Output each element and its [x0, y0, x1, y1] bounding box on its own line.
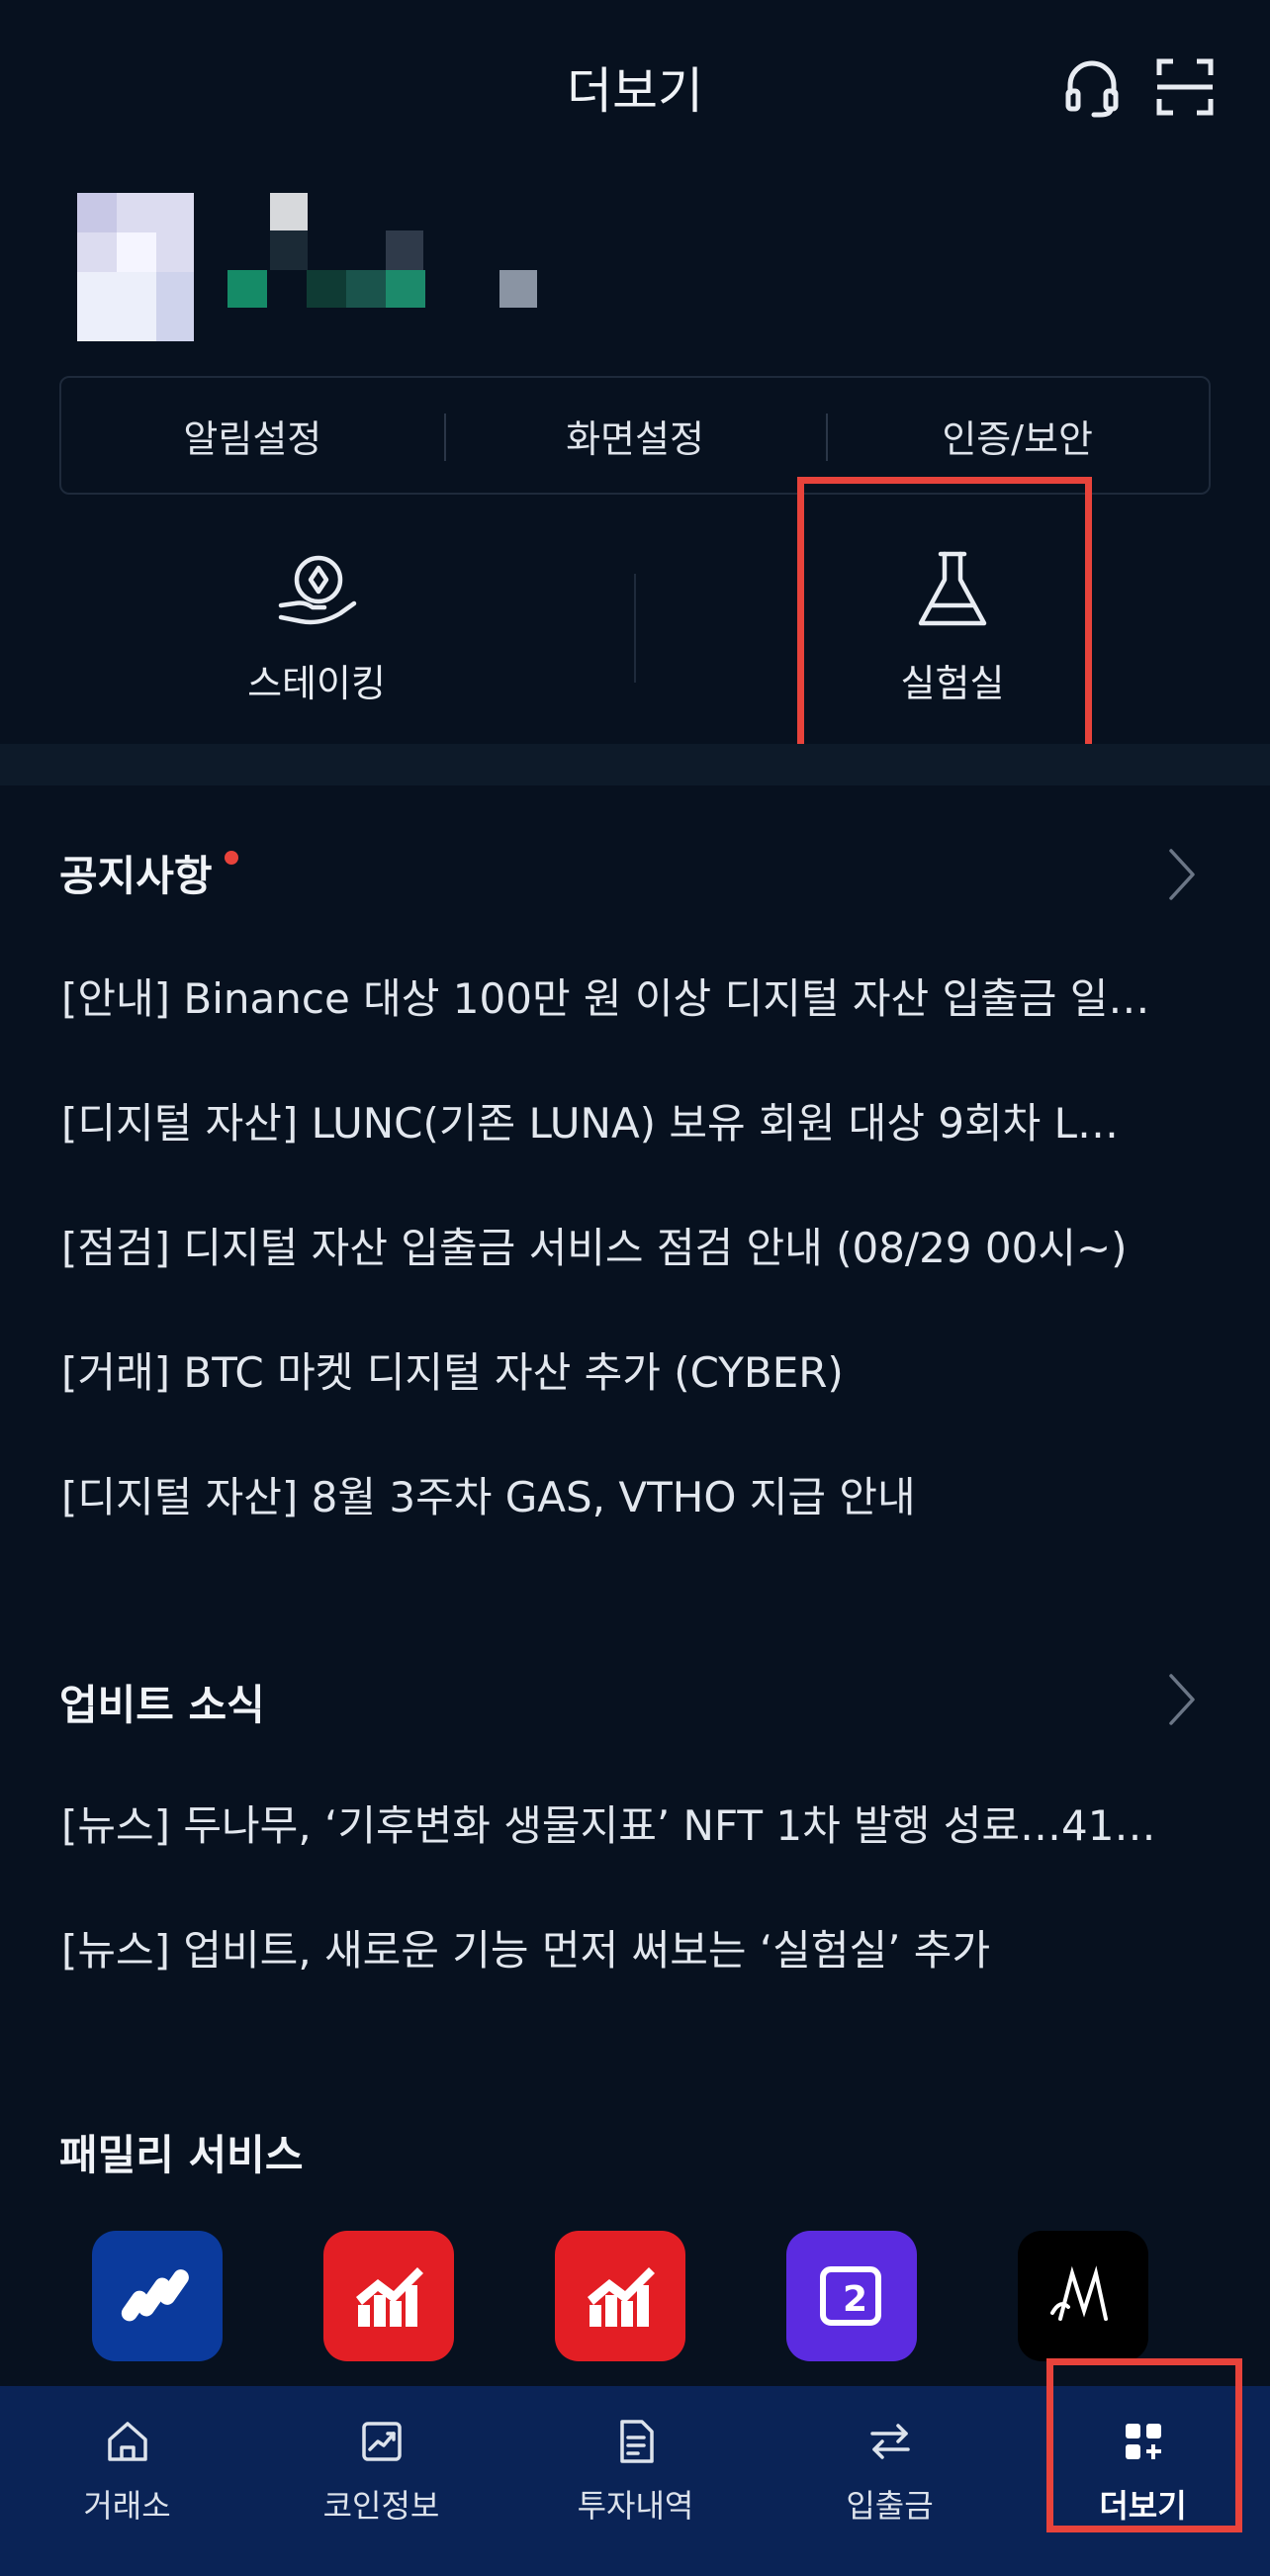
chart-icon — [361, 2422, 402, 2461]
divider — [634, 574, 636, 683]
tab-label: 거래소 — [83, 2487, 171, 2525]
tab-label: 코인정보 — [322, 2487, 440, 2525]
new-indicator-dot — [224, 851, 238, 865]
staking-button[interactable]: 스테이킹 — [158, 544, 475, 732]
security-settings-button[interactable]: 인증/보안 — [826, 378, 1209, 493]
display-settings-button[interactable]: 화면설정 — [443, 378, 827, 493]
home-icon — [107, 2422, 147, 2461]
tab-investment-history[interactable]: 투자내역 — [508, 2386, 763, 2576]
highlight-box-more-tab — [1046, 2358, 1242, 2532]
notices-section-title[interactable]: 공지사항 — [59, 843, 238, 903]
upbit-news-section-title[interactable]: 업비트 소식 — [59, 1672, 265, 1732]
m-logo-app-icon[interactable] — [1018, 2231, 1148, 2361]
highlight-box-lab — [797, 477, 1092, 770]
notice-item[interactable]: [디지털 자산] 8월 3주차 GAS, VTHO 지급 안내 — [61, 1464, 1199, 1524]
staking-label: 스테이킹 — [247, 662, 386, 705]
tab-label: 투자내역 — [577, 2487, 694, 2525]
notice-item[interactable]: [안내] Binance 대상 100만 원 이상 디지털 자산 입출금 일… — [61, 966, 1199, 1026]
stock-chart-app-icon-2[interactable] — [555, 2231, 685, 2361]
avatar — [77, 193, 194, 341]
transfer-icon — [869, 2424, 910, 2459]
header: 더보기 — [0, 0, 1270, 173]
chevron-right-icon[interactable] — [1161, 1672, 1201, 1727]
news-item[interactable]: [뉴스] 업비트, 새로운 기능 먼저 써보는 ‘실험실’ 추가 — [61, 1917, 1199, 1978]
profile-summary — [59, 188, 653, 356]
document-icon — [619, 2420, 654, 2463]
dunamu-app-icon[interactable] — [92, 2231, 223, 2361]
svg-text:2: 2 — [843, 2279, 867, 2320]
scan-icon[interactable] — [1153, 55, 1217, 119]
notice-item[interactable]: [거래] BTC 마켓 디지털 자산 추가 (CYBER) — [61, 1339, 1199, 1400]
notice-item[interactable]: [점검] 디지털 자산 입출금 서비스 점검 안내 (08/29 00시~) — [61, 1215, 1199, 1275]
notification-settings-button[interactable]: 알림설정 — [61, 378, 444, 493]
headset-icon[interactable] — [1060, 55, 1124, 119]
chevron-right-icon[interactable] — [1161, 847, 1201, 902]
section-divider-band — [0, 744, 1270, 785]
stock-chart-app-icon[interactable] — [323, 2231, 454, 2361]
notice-item[interactable]: [디지털 자산] LUNC(기존 LUNA) 보유 회원 대상 9회차 L… — [61, 1090, 1199, 1150]
family-apps-row: 2 — [0, 2231, 1270, 2361]
second-app-icon[interactable]: 2 — [786, 2231, 917, 2361]
tab-deposit-withdraw[interactable]: 입출금 — [763, 2386, 1017, 2576]
tab-exchange[interactable]: 거래소 — [0, 2386, 254, 2576]
family-section-title: 패밀리 서비스 — [59, 2131, 304, 2179]
notices-title: 공지사항 — [59, 852, 213, 900]
tab-coin-info[interactable]: 코인정보 — [254, 2386, 508, 2576]
news-item[interactable]: [뉴스] 두나무, ‘기후변화 생물지표’ NFT 1차 발행 성료…41… — [61, 1793, 1199, 1853]
staking-coin-hand-icon — [278, 555, 357, 625]
tab-label: 입출금 — [846, 2487, 934, 2525]
